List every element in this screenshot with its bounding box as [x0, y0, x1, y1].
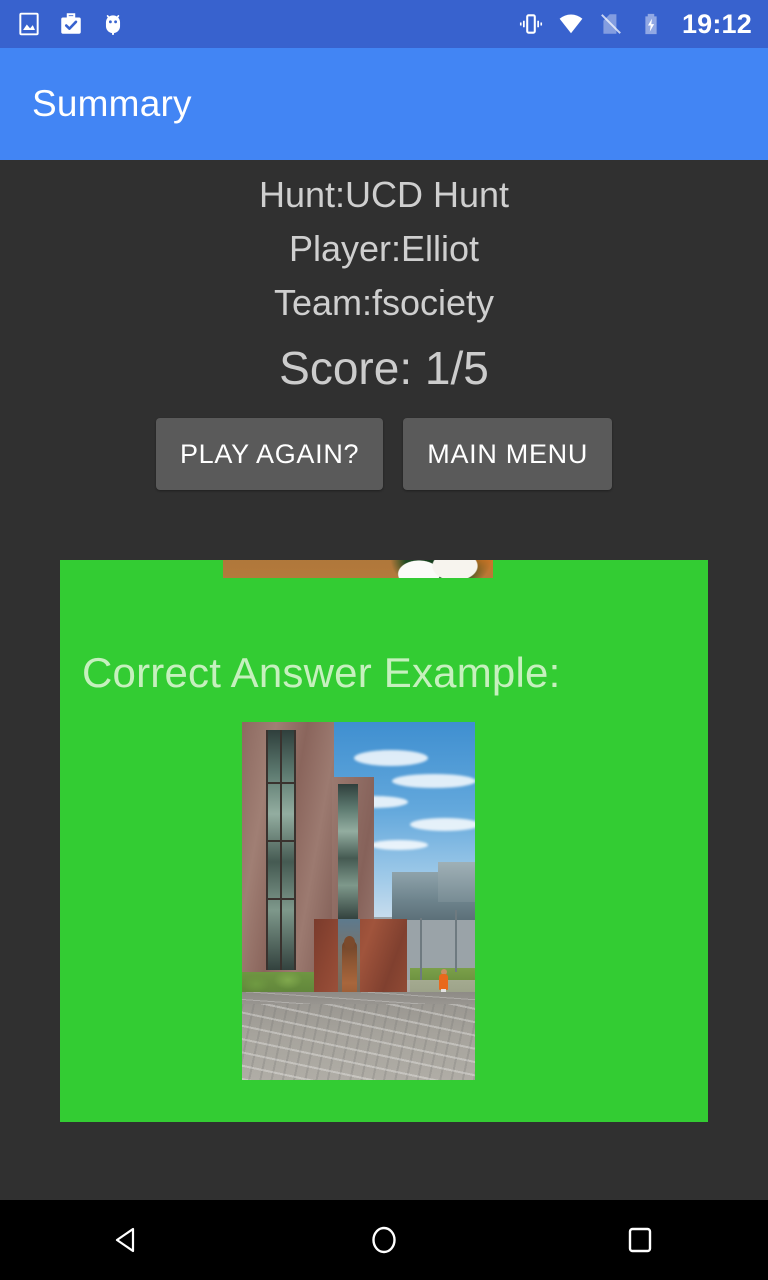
- photo-paved-ground: [242, 1004, 475, 1080]
- status-bar-left-icons: [16, 11, 126, 37]
- correct-answer-title: Correct Answer Example:: [82, 649, 561, 696]
- play-again-button[interactable]: PLAY AGAIN?: [155, 418, 384, 490]
- photo-window-mullion: [266, 730, 268, 970]
- photo-bronze-statue-head: [344, 936, 355, 949]
- back-triangle-icon: [115, 1227, 135, 1253]
- status-bar-right-icons: 19:12: [518, 8, 752, 39]
- status-bar: 19:12: [0, 0, 768, 48]
- score-label: Score: 1/5: [279, 342, 489, 394]
- photo-person: [439, 974, 448, 990]
- photo-window-mullion: [266, 782, 296, 784]
- photo-cloud: [354, 750, 428, 766]
- status-bar-clock: 19:12: [681, 8, 752, 39]
- previous-answer-photo-cropped: [223, 560, 493, 578]
- correct-answer-photo[interactable]: [242, 722, 475, 1080]
- action-button-row: PLAY AGAIN? MAIN MENU: [0, 418, 768, 490]
- nav-home-button[interactable]: [324, 1200, 444, 1280]
- main-menu-button[interactable]: MAIN MENU: [403, 418, 613, 490]
- photo-cloud: [370, 840, 428, 850]
- photo-cloud: [410, 818, 475, 831]
- photo-window-mullion: [266, 898, 296, 900]
- nav-back-button[interactable]: [68, 1200, 188, 1280]
- hunt-label: Hunt:UCD Hunt: [258, 174, 510, 215]
- player-label: Player:Elliot: [288, 228, 480, 269]
- battery-charging-icon: [645, 13, 657, 35]
- android-debug-icon: [105, 15, 121, 35]
- phone-screen: 19:12 Summary Hunt:UCD Hunt Player:Ellio…: [0, 0, 768, 1280]
- navigation-bar: [0, 1200, 768, 1280]
- photo-lamp-post: [420, 918, 422, 980]
- photo-window-mullion: [294, 730, 296, 970]
- team-label: Team:fsociety: [273, 282, 495, 323]
- screenshot-image-icon: [19, 12, 39, 36]
- nav-recents-button[interactable]: [580, 1200, 700, 1280]
- summary-info-block: Hunt:UCD Hunt Player:Elliot Team:fsociet…: [0, 160, 768, 402]
- app-bar: Summary: [0, 48, 768, 160]
- photo-cloud: [392, 774, 475, 788]
- photo-glass-facade: [338, 784, 358, 919]
- page-title: Summary: [32, 83, 192, 124]
- photo-window-mullion: [266, 840, 296, 842]
- no-sim-icon: [601, 14, 621, 34]
- wifi-icon: [559, 14, 583, 34]
- work-profile-check-icon: [61, 13, 81, 34]
- photo-far-building: [438, 862, 475, 902]
- home-circle-icon: [372, 1226, 396, 1254]
- vibrate-icon: [519, 14, 542, 34]
- photo-lamp-post: [455, 910, 457, 972]
- correct-answer-card: Correct Answer Example:: [60, 560, 708, 1122]
- recents-square-icon: [628, 1227, 652, 1253]
- previous-answer-photo-clip: [223, 560, 493, 578]
- photo-window-mullion: [280, 730, 282, 970]
- summary-content: Hunt:UCD Hunt Player:Elliot Team:fsociet…: [0, 160, 768, 1200]
